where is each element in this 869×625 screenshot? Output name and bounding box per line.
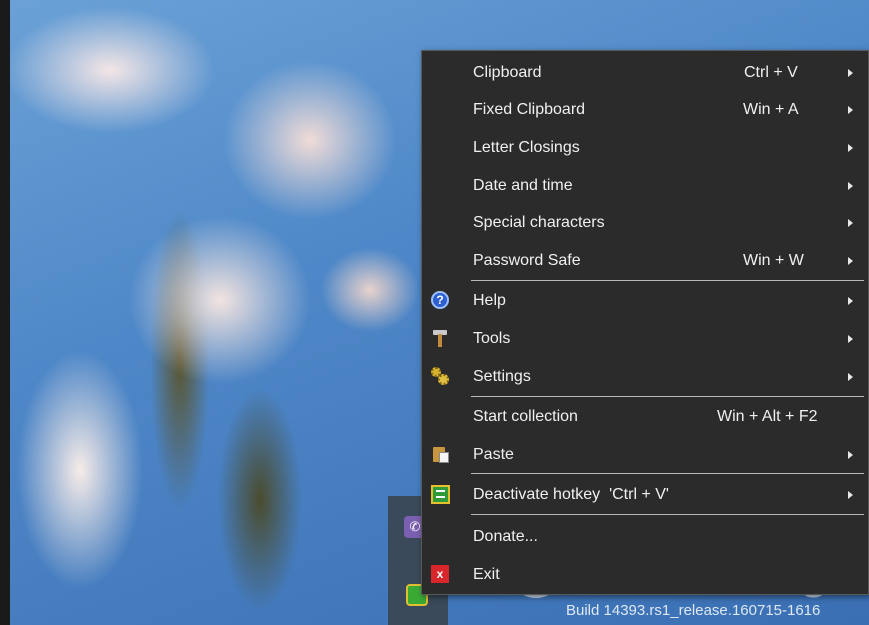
menu-separator [471,514,864,515]
menu-item-fixed-clipboard[interactable]: Fixed Clipboard Win + A [422,93,868,127]
menu-item-label: Clipboard [473,64,542,81]
menu-item-letter-closings[interactable]: Letter Closings [422,131,868,165]
hammer-icon [431,329,449,347]
menu-item-label: Help [473,292,506,309]
submenu-arrow-icon [848,144,853,152]
clipboard-app-icon [431,485,450,504]
menu-item-shortcut: Win + Alt + F2 [717,408,818,425]
menu-separator [471,473,864,474]
submenu-arrow-icon [848,182,853,190]
windows-build-watermark: Build 14393.rs1_release.160715-1616 [566,602,821,619]
menu-item-label: Fixed Clipboard [473,101,586,118]
submenu-arrow-icon [848,335,853,343]
menu-item-label: Date and time [473,177,573,194]
menu-item-label: Exit [473,566,500,583]
submenu-arrow-icon [848,106,853,114]
submenu-arrow-icon [848,297,853,305]
submenu-arrow-icon [848,257,853,265]
paste-icon [431,445,449,463]
menu-item-label: Deactivate hotkey 'Ctrl + V' [473,486,669,503]
menu-item-donate[interactable]: Donate... [422,520,868,554]
menu-item-label: Paste [473,446,514,463]
menu-item-special-characters[interactable]: Special characters [422,206,868,240]
menu-item-label: Password Safe [473,252,581,269]
gears-icon [431,367,449,385]
menu-item-label: Start collection [473,408,578,425]
submenu-arrow-icon [848,451,853,459]
menu-item-label: Donate... [473,528,538,545]
menu-separator [471,280,864,281]
context-menu: Clipboard Ctrl + V Fixed Clipboard Win +… [421,50,869,595]
exit-icon: x [431,565,449,583]
menu-separator [471,396,864,397]
menu-item-clipboard[interactable]: Clipboard Ctrl + V [422,56,868,90]
menu-item-settings[interactable]: Settings [422,360,868,394]
menu-item-password-safe[interactable]: Password Safe Win + W [422,244,868,278]
menu-item-exit[interactable]: x Exit [422,558,868,592]
submenu-arrow-icon [848,219,853,227]
menu-item-label: Tools [473,330,511,347]
menu-item-label: Settings [473,368,531,385]
submenu-arrow-icon [848,491,853,499]
menu-item-paste[interactable]: Paste [422,438,868,472]
menu-item-tools[interactable]: Tools [422,322,868,356]
menu-item-label: Letter Closings [473,139,580,156]
help-icon: ? [431,291,449,309]
submenu-arrow-icon [848,69,853,77]
submenu-arrow-icon [848,373,853,381]
menu-item-date-and-time[interactable]: Date and time [422,169,868,203]
menu-item-label: Special characters [473,214,605,231]
screen-left-edge [0,0,10,625]
menu-item-help[interactable]: ? Help [422,284,868,318]
menu-item-start-collection[interactable]: Start collection Win + Alt + F2 [422,400,868,434]
menu-item-deactivate-hotkey[interactable]: Deactivate hotkey 'Ctrl + V' [422,478,868,512]
